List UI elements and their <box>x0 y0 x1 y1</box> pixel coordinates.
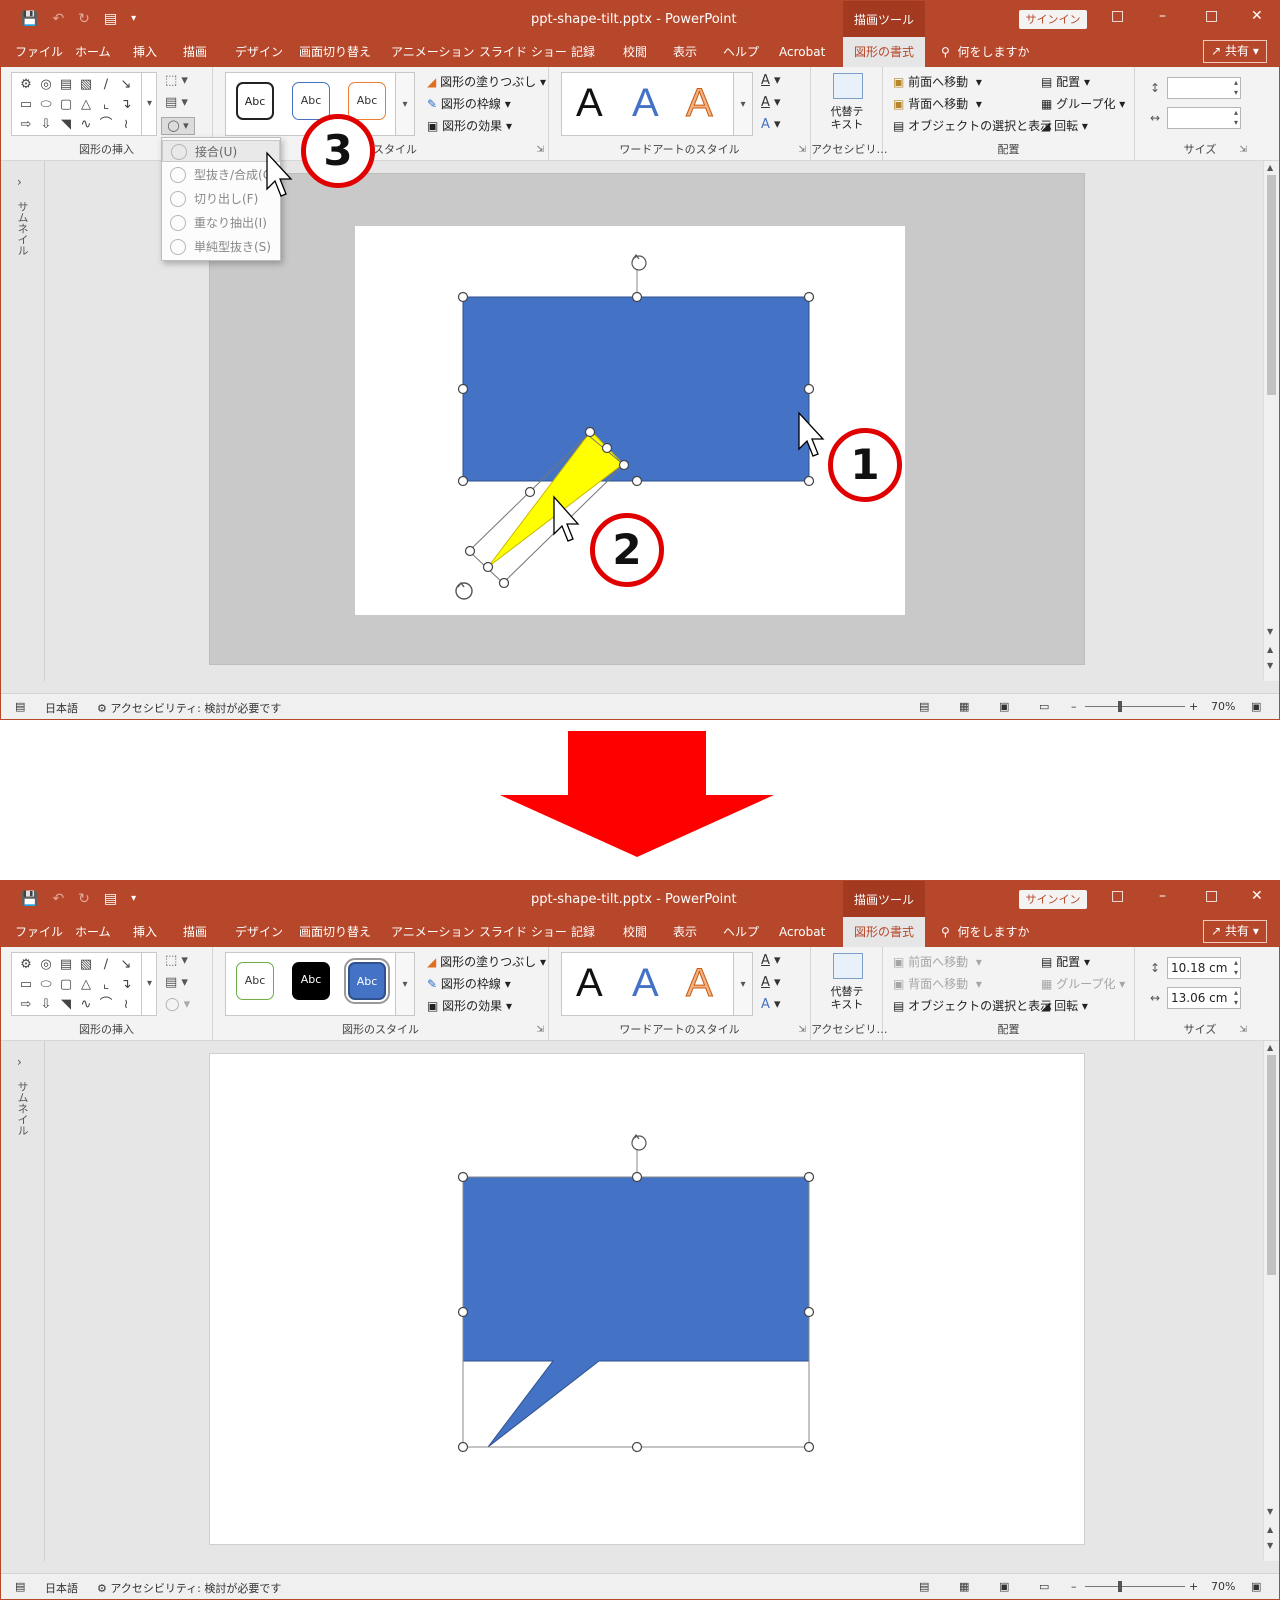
menu-item-label: 接合(U) <box>195 145 238 159</box>
transition-arrow-icon <box>500 731 774 857</box>
prev-slide-icon[interactable]: ▲ <box>1267 645 1273 654</box>
scrollbar-thumb[interactable] <box>1267 175 1276 395</box>
scrollbar-thumb[interactable] <box>1267 1055 1276 1275</box>
normal-view-icon[interactable]: ▤ <box>919 700 929 713</box>
rotate-handle-icon[interactable] <box>631 1134 647 1151</box>
reading-view-icon[interactable]: ▣ <box>999 700 1009 713</box>
blue-rectangle[interactable] <box>462 296 810 482</box>
zoom-in-icon[interactable]: + <box>1189 1580 1198 1593</box>
zoom-level[interactable]: 70% <box>1211 700 1235 713</box>
zoom-slider[interactable] <box>1085 706 1185 707</box>
menu-item-label: 単純型抜き(S) <box>194 240 271 254</box>
slide-canvas-before <box>355 226 905 615</box>
zoom-slider-knob[interactable] <box>1118 1581 1122 1592</box>
scroll-down-icon[interactable]: ▼ <box>1267 1507 1273 1516</box>
menu-item-subtract[interactable]: 単純型抜き(S) <box>162 236 280 258</box>
next-slide-icon[interactable]: ▼ <box>1267 1541 1273 1550</box>
status-bar: ▤ 日本語 ⚙ アクセシビリティ: 検討が必要です ▤ ▦ ▣ ▭ – + 70… <box>1 693 1279 719</box>
vertical-scrollbar[interactable]: ▲ ▼ ▲ ▼ <box>1263 161 1279 681</box>
notes-icon[interactable]: ▤ <box>15 700 25 713</box>
next-slide-icon[interactable]: ▼ <box>1267 661 1273 670</box>
fit-slide-icon[interactable]: ▣ <box>1251 700 1261 713</box>
language-status[interactable]: 日本語 <box>45 700 78 716</box>
mouse-cursor-icon <box>266 151 293 197</box>
merged-callout-shape[interactable] <box>462 1176 810 1448</box>
zoom-slider[interactable] <box>1085 1586 1185 1587</box>
slideshow-view-icon[interactable]: ▭ <box>1039 700 1049 713</box>
fragment-icon <box>170 191 186 207</box>
reading-view-icon[interactable]: ▣ <box>999 1580 1009 1593</box>
powerpoint-window-before: 💾 ↶ ↻ ▤ ▾ ppt-shape-tilt.pptx - PowerPoi… <box>0 0 1280 720</box>
zoom-out-icon[interactable]: – <box>1071 700 1077 713</box>
menu-item-label: 重なり抽出(I) <box>194 216 267 230</box>
slide-sorter-icon[interactable]: ▦ <box>959 700 969 713</box>
accessibility-icon: ⚙ <box>97 702 107 715</box>
powerpoint-window-after: 💾 ↶ ↻ ▤ ▾ ppt-shape-tilt.pptx - PowerPoi… <box>0 880 1280 1600</box>
accessibility-status[interactable]: ⚙ アクセシビリティ: 検討が必要です <box>97 700 281 716</box>
scroll-down-icon[interactable]: ▼ <box>1267 627 1273 636</box>
combine-icon <box>170 167 186 183</box>
notes-icon[interactable]: ▤ <box>15 1580 25 1593</box>
slideshow-view-icon[interactable]: ▭ <box>1039 1580 1049 1593</box>
prev-slide-icon[interactable]: ▲ <box>1267 1525 1273 1534</box>
slide-sorter-icon[interactable]: ▦ <box>959 1580 969 1593</box>
menu-item-intersect[interactable]: 重なり抽出(I) <box>162 212 280 234</box>
slide-canvas-after <box>457 1134 815 1453</box>
zoom-in-icon[interactable]: + <box>1189 700 1198 713</box>
intersect-icon <box>170 215 186 231</box>
accessibility-status[interactable]: ⚙ アクセシビリティ: 検討が必要です <box>97 1580 281 1596</box>
accessibility-label: アクセシビリティ: 検討が必要です <box>110 1582 282 1595</box>
zoom-out-icon[interactable]: – <box>1071 1580 1077 1593</box>
language-status[interactable]: 日本語 <box>45 1580 78 1596</box>
union-icon <box>171 144 187 160</box>
zoom-slider-knob[interactable] <box>1118 701 1122 712</box>
vertical-scrollbar[interactable]: ▲ ▼ ▲ ▼ <box>1263 1041 1279 1561</box>
scroll-up-icon[interactable]: ▲ <box>1267 1043 1273 1052</box>
accessibility-label: アクセシビリティ: 検討が必要です <box>110 702 282 715</box>
step-badge-3: 3 <box>301 114 375 188</box>
menu-item-label: 切り出し(F) <box>194 192 259 206</box>
step-badge-1: 1 <box>828 428 902 502</box>
subtract-icon <box>170 239 186 255</box>
zoom-level[interactable]: 70% <box>1211 1580 1235 1593</box>
accessibility-icon: ⚙ <box>97 1582 107 1595</box>
step-badge-2: 2 <box>590 513 664 587</box>
normal-view-icon[interactable]: ▤ <box>919 1580 929 1593</box>
fit-slide-icon[interactable]: ▣ <box>1251 1580 1261 1593</box>
status-bar: ▤ 日本語 ⚙ アクセシビリティ: 検討が必要です ▤ ▦ ▣ ▭ – + 70… <box>1 1573 1279 1599</box>
scroll-up-icon[interactable]: ▲ <box>1267 163 1273 172</box>
